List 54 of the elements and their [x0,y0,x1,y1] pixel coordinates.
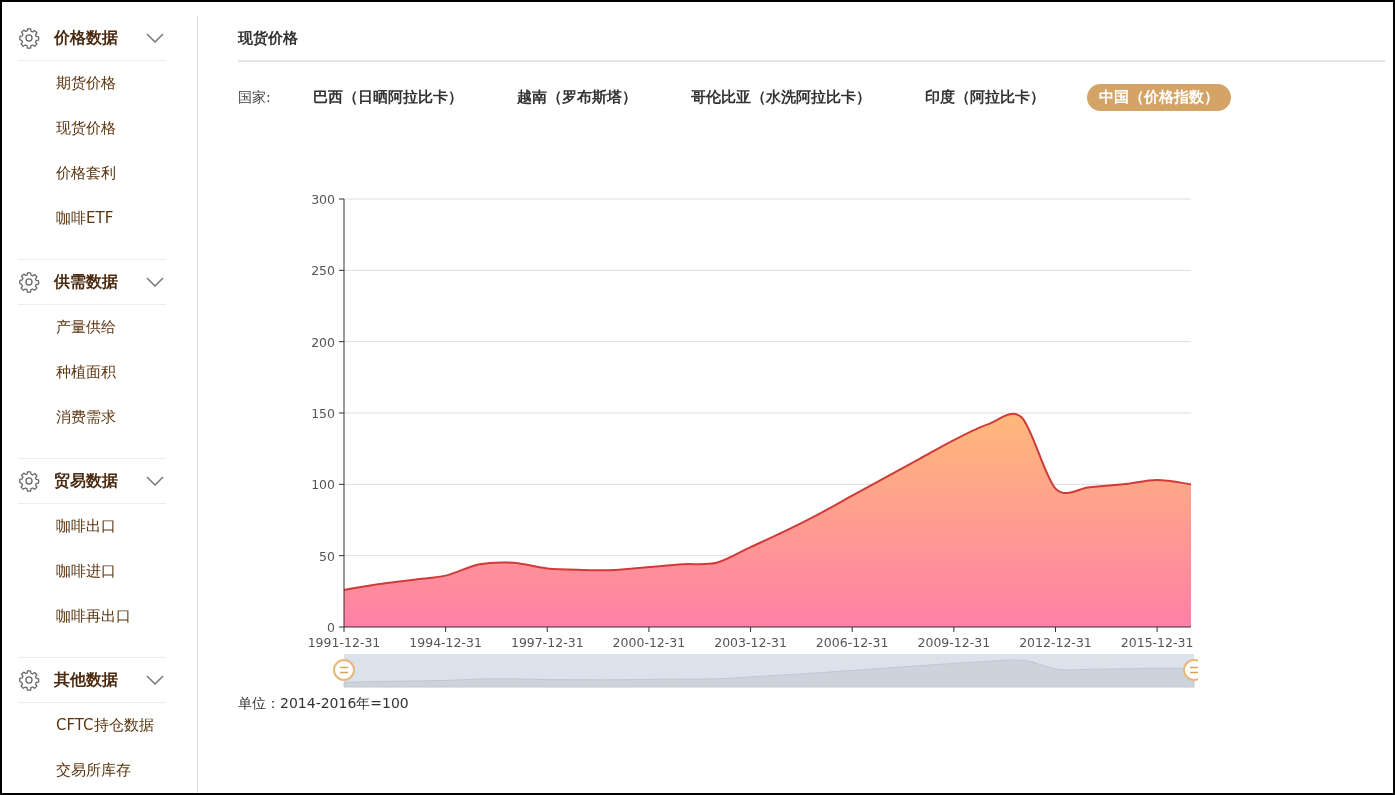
country-tab[interactable]: 越南（罗布斯塔） [504,84,649,111]
sidebar-section-header[interactable]: 价格数据 [18,16,166,61]
country-tab[interactable]: 巴西（日晒阿拉比卡） [300,84,475,111]
axis-tick-label: 2009-12-31 [917,635,991,650]
chevron-down-icon [146,33,164,43]
sidebar-link[interactable]: 产量供给 [18,305,166,350]
section-title: 其他数据 [54,669,119,691]
sidebar-link[interactable]: 价格套利 [18,151,166,196]
chevron-down-icon [146,675,164,685]
axis-tick-label: 0 [327,620,335,635]
sidebar-section-header[interactable]: 供需数据 [18,260,166,305]
sidebar-section-header[interactable]: 贸易数据 [18,459,166,504]
sidebar-link[interactable]: 现货价格 [18,106,166,151]
axis-tick-label: 100 [311,477,335,493]
settings-icon [18,669,40,691]
axis-tick-label: 1997-12-31 [510,635,584,650]
sidebar-link[interactable]: 交易所库存 [18,748,166,793]
sidebar-link[interactable]: 咖啡进口 [18,549,166,594]
settings-icon [18,27,40,49]
sidebar-link[interactable]: 咖啡出口 [18,504,166,549]
chevron-down-icon [146,476,164,486]
sidebar-link[interactable]: 消费需求 [18,395,166,440]
axis-tick-label: 1994-12-31 [409,635,482,650]
axis-tick-label: 2000-12-31 [612,635,686,650]
country-label: 国家: [238,88,271,107]
page-title: 现货价格 [238,16,1385,62]
sidebar-section-header[interactable]: 其他数据 [18,658,166,703]
axis-tick-label: 2003-12-31 [714,635,787,650]
country-tab[interactable]: 印度（阿拉比卡） [912,84,1057,111]
sidebar-link[interactable]: 咖啡再出口 [18,594,166,639]
axis-tick-label: 1991-12-31 [307,635,381,650]
section-title: 供需数据 [54,271,119,293]
sidebar-link[interactable]: 期货价格 [18,61,166,106]
zoom-slider[interactable] [343,654,1195,688]
section-title: 价格数据 [54,27,119,49]
slider-handle[interactable] [333,659,355,681]
sidebar-link[interactable]: 种植面积 [18,350,166,395]
axis-tick-label: 250 [311,263,335,279]
sidebar-link[interactable]: CFTC持仓数据 [18,703,166,748]
axis-tick-label: 200 [311,334,335,350]
settings-icon [18,271,40,293]
sidebar-link[interactable]: 咖啡ETF [18,196,166,241]
settings-icon [18,470,40,492]
axis-tick-label: 150 [311,406,335,421]
axis-tick-label: 2006-12-31 [815,635,889,650]
chevron-down-icon [146,277,164,287]
section-title: 贸易数据 [54,470,119,492]
axis-tick-label: 2015-12-31 [1120,635,1194,650]
axis-tick-label: 300 [311,192,335,207]
slider-handle[interactable] [1183,659,1198,681]
country-tab[interactable]: 哥伦比亚（水洗阿拉比卡） [678,84,883,111]
axis-tick-label: 50 [319,548,335,564]
unit-note: 单位：2014-2016年=100 [238,695,410,713]
axis-tick-label: 2012-12-31 [1019,635,1092,650]
